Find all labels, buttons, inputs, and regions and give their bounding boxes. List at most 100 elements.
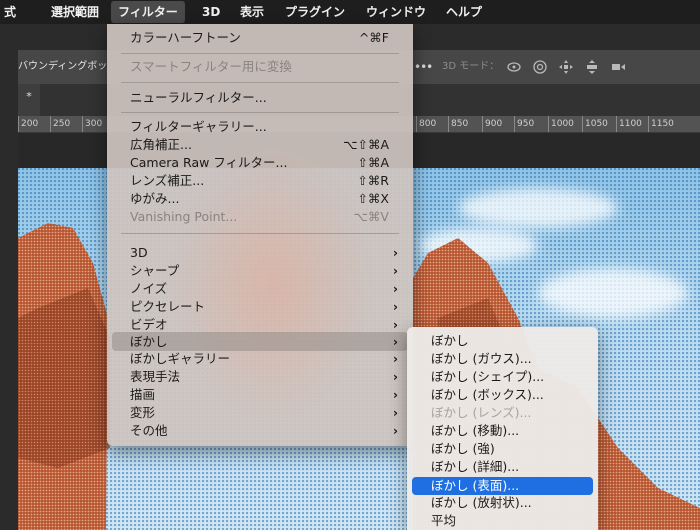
submenu-arrow-icon: › xyxy=(392,281,398,296)
menu-item-label: ぼかし (表面)... xyxy=(431,478,520,493)
submenu-item-radial-blur[interactable]: ぼかし (放射状)... xyxy=(407,494,598,512)
scale-3d-icon[interactable] xyxy=(610,59,626,75)
menu-item-select[interactable]: 選択範囲 xyxy=(51,0,99,24)
submenu-arrow-icon: › xyxy=(392,423,398,438)
menu-item-label: ぼかし (ボックス)... xyxy=(431,387,544,402)
menu-item-liquify[interactable]: ゆがみ... ⇧⌘X xyxy=(107,190,413,208)
menu-item-camera-raw[interactable]: Camera Raw フィルター... ⇧⌘A xyxy=(107,154,413,172)
menu-item-label: カラーハーフトーン xyxy=(130,30,241,45)
blur-submenu: ぼかし ぼかし (ガウス)... ぼかし (シェイプ)... ぼかし (ボックス… xyxy=(407,327,598,530)
menu-item-pixelate[interactable]: ピクセレート › xyxy=(107,298,413,316)
ruler-tick: 1150 xyxy=(648,116,674,132)
menu-item-label: レンズ補正... xyxy=(130,173,205,188)
menu-item-neural-filters[interactable]: ニューラルフィルター... xyxy=(107,89,413,107)
menu-item-label: Vanishing Point... xyxy=(130,209,238,224)
submenu-item-surface-blur[interactable]: ぼかし (表面)... xyxy=(412,477,593,495)
pan-3d-icon[interactable] xyxy=(558,59,574,75)
menu-item-label: 広角補正... xyxy=(130,137,192,152)
menu-item-label: ぼかし (ガウス)... xyxy=(431,351,532,366)
menu-separator xyxy=(121,53,399,54)
menu-item-filter-gallery[interactable]: フィルターギャラリー... xyxy=(107,118,413,136)
menu-item-label: ぼかし (レンズ)... xyxy=(431,405,532,420)
submenu-item-average[interactable]: 平均 xyxy=(407,512,598,530)
filter-menu: カラーハーフトーン ^⌘F スマートフィルター用に変換 ニューラルフィルター..… xyxy=(107,24,413,446)
menu-item-label: ゆがみ... xyxy=(130,191,180,206)
menu-item-view[interactable]: 表示 xyxy=(240,0,264,24)
menu-item-plugins[interactable]: プラグイン xyxy=(285,0,345,24)
menu-separator xyxy=(121,82,399,83)
menu-item-label: Camera Raw フィルター... xyxy=(130,155,288,170)
submenu-item-motion-blur[interactable]: ぼかし (移動)... xyxy=(407,422,598,440)
menu-item-color-halftone[interactable]: カラーハーフトーン ^⌘F xyxy=(107,29,413,47)
shortcut-label: ^⌘F xyxy=(358,30,389,45)
3d-mode-label: 3D モード： xyxy=(442,61,500,72)
menu-item-label: ぼかし (強) xyxy=(431,441,495,456)
menu-separator xyxy=(121,112,399,113)
menu-item-label: 変形 xyxy=(130,405,156,420)
rotate-3d-icon[interactable] xyxy=(506,59,522,75)
ruler-tick: 1000 xyxy=(548,116,574,132)
menu-item-blur[interactable]: ぼかし › xyxy=(112,332,408,351)
slide-3d-icon[interactable] xyxy=(584,59,600,75)
submenu-item-shape-blur[interactable]: ぼかし (シェイプ)... xyxy=(407,368,598,386)
submenu-item-gaussian-blur[interactable]: ぼかし (ガウス)... xyxy=(407,350,598,368)
menu-item-help[interactable]: ヘルプ xyxy=(446,0,482,24)
shortcut-label: ⇧⌘X xyxy=(357,191,389,206)
menu-item-blur-gallery[interactable]: ぼかしギャラリー › xyxy=(107,350,413,368)
ruler-tick: 250 xyxy=(50,116,70,132)
menu-item-adaptive-wide-angle[interactable]: 広角補正... ⌥⇧⌘A xyxy=(107,136,413,154)
ruler-tick: 800 xyxy=(416,116,436,132)
menu-item-format[interactable]: 式 xyxy=(4,0,16,24)
menu-item-3d[interactable]: 3D xyxy=(202,0,220,24)
submenu-arrow-icon: › xyxy=(392,405,398,420)
menu-item-label: 描画 xyxy=(130,387,156,402)
submenu-item-box-blur[interactable]: ぼかし (ボックス)... xyxy=(407,386,598,404)
document-tab[interactable]: * xyxy=(18,84,40,116)
menu-item-noise[interactable]: ノイズ › xyxy=(107,280,413,298)
menu-item-label: 表現手法 xyxy=(130,369,181,384)
more-options[interactable]: ••• xyxy=(414,50,433,84)
menu-item-render[interactable]: 描画 › xyxy=(107,386,413,404)
menu-item-label: ピクセレート xyxy=(130,299,206,314)
ruler-tick: 950 xyxy=(514,116,534,132)
ruler-tick: 1050 xyxy=(582,116,608,132)
menu-item-vanishing-point: Vanishing Point... ⌥⌘V xyxy=(107,208,413,226)
menu-item-window[interactable]: ウィンドウ xyxy=(366,0,426,24)
menu-item-label: ぼかし (シェイプ)... xyxy=(431,369,545,384)
bounding-box-label[interactable]: バウンディングボッ xyxy=(18,50,107,84)
menu-item-label: 3D xyxy=(130,245,148,260)
roll-3d-icon[interactable] xyxy=(532,59,548,75)
submenu-arrow-icon: › xyxy=(392,387,398,402)
menu-item-3d[interactable]: 3D › xyxy=(107,244,413,262)
ruler-tick: 1100 xyxy=(616,116,642,132)
menu-item-stylize[interactable]: 表現手法 › xyxy=(107,368,413,386)
menu-item-label: 平均 xyxy=(431,513,457,528)
menu-item-label: その他 xyxy=(130,423,168,438)
menu-item-filter[interactable]: フィルター xyxy=(111,1,185,23)
shortcut-label: ⌥⌘V xyxy=(353,209,389,224)
ruler-tick: 900 xyxy=(482,116,502,132)
menu-item-label: スマートフィルター用に変換 xyxy=(130,59,292,74)
shortcut-label: ⇧⌘R xyxy=(357,173,389,188)
menu-item-distort[interactable]: 変形 › xyxy=(107,404,413,422)
submenu-arrow-icon: › xyxy=(392,351,398,366)
menu-item-label: ぼかし (放射状)... xyxy=(431,495,532,510)
submenu-item-blur-more[interactable]: ぼかし (強) xyxy=(407,440,598,458)
menu-item-label: シャープ xyxy=(130,263,180,278)
menu-item-label: ノイズ xyxy=(130,281,168,296)
shortcut-label: ⌥⇧⌘A xyxy=(343,137,389,152)
menu-item-other[interactable]: その他 › xyxy=(107,422,413,440)
submenu-arrow-icon: › xyxy=(392,299,398,314)
submenu-arrow-icon: › xyxy=(392,245,398,260)
submenu-item-blur[interactable]: ぼかし xyxy=(407,332,598,350)
submenu-item-lens-blur: ぼかし (レンズ)... xyxy=(407,404,598,422)
submenu-arrow-icon: › xyxy=(392,334,398,349)
shortcut-label: ⇧⌘A xyxy=(357,155,389,170)
ruler-tick: 300 xyxy=(82,116,102,132)
submenu-item-smart-blur[interactable]: ぼかし (詳細)... xyxy=(407,458,598,476)
menu-item-label: フィルターギャラリー... xyxy=(130,119,267,134)
menu-item-sharpen[interactable]: シャープ › xyxy=(107,262,413,280)
menu-item-lens-correction[interactable]: レンズ補正... ⇧⌘R xyxy=(107,172,413,190)
ruler-tick: 850 xyxy=(448,116,468,132)
menu-item-label: ニューラルフィルター... xyxy=(130,90,267,105)
